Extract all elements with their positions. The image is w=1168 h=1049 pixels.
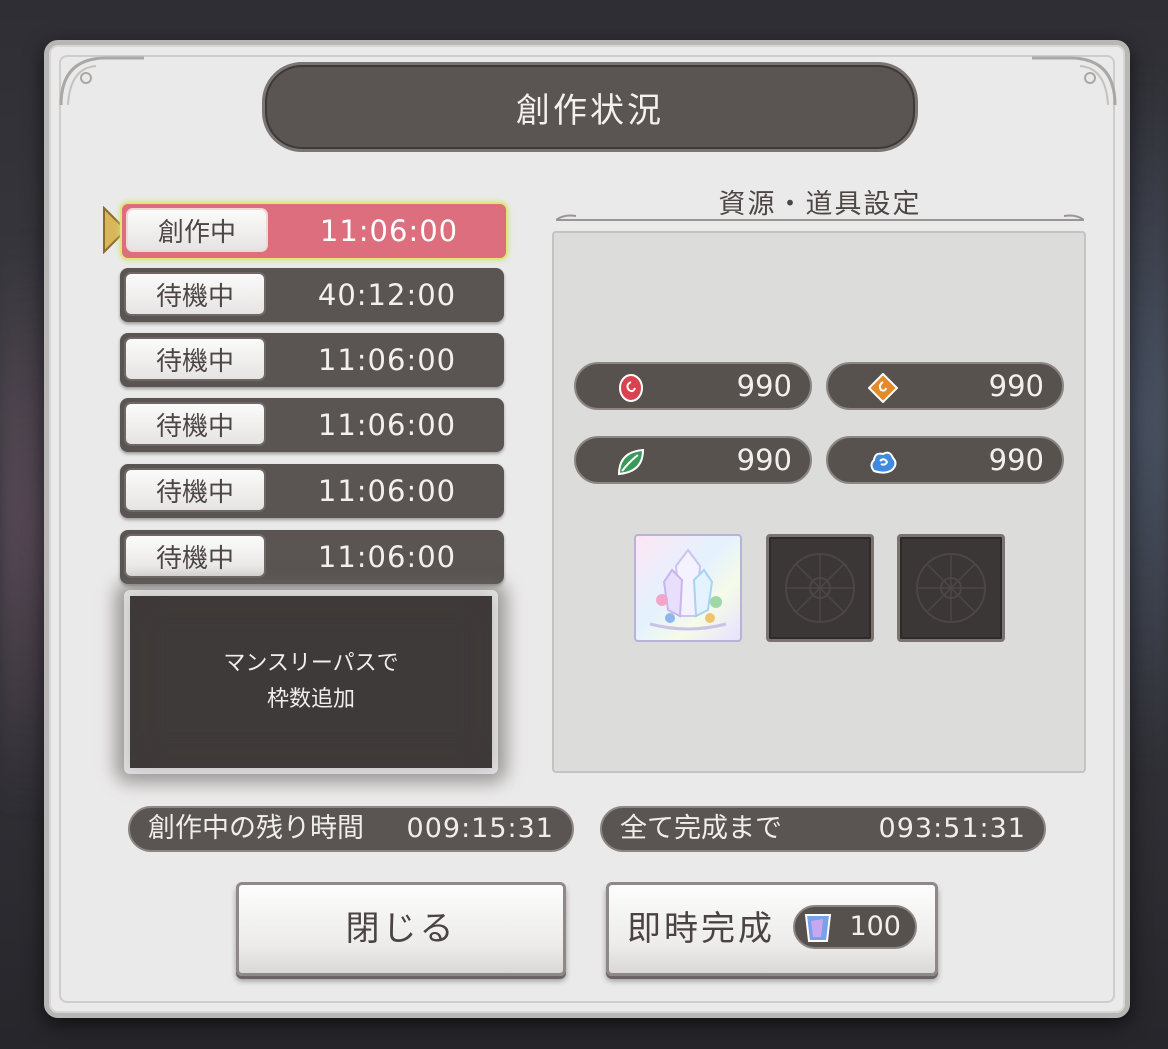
remaining-time-bar: 創作中の残り時間 009:15:31 — [128, 806, 574, 852]
rainbow-crystal-icon — [649, 548, 727, 631]
creation-slot-6[interactable]: 待機中 11:06:00 — [120, 530, 504, 584]
resource-green[interactable]: 990 — [574, 436, 812, 484]
resources-panel — [552, 231, 1086, 773]
resource-red[interactable]: 990 — [574, 362, 812, 410]
resource-value: 990 — [736, 369, 792, 403]
green-leaf-icon — [617, 448, 645, 476]
resources-divider — [556, 214, 1084, 221]
monthly-pass-text-line1: マンスリーパスで — [223, 651, 399, 676]
resource-value: 990 — [736, 443, 792, 477]
monthly-pass-add-slot[interactable]: マンスリーパスで 枠数追加 — [130, 596, 492, 768]
blue-cloud-icon — [870, 451, 897, 474]
creation-slot-1[interactable]: 創作中 11:06:00 — [120, 202, 508, 260]
resource-blue[interactable]: 990 — [826, 436, 1064, 484]
slot-status-label: 創作中 — [126, 208, 268, 252]
empty-slot-icon — [785, 553, 855, 623]
slot-status-label: 待機中 — [124, 468, 266, 512]
corner-ornament-left-icon — [59, 56, 144, 106]
instant-complete-button[interactable]: 即時完成 100 — [606, 882, 938, 976]
slot-status-label: 待機中 — [124, 337, 266, 381]
corner-ornament-right-icon — [1032, 56, 1117, 106]
instant-complete-label: 即時完成 — [627, 909, 775, 949]
resource-value: 990 — [988, 443, 1044, 477]
close-button[interactable]: 閉じる — [236, 882, 566, 976]
slot-time: 40:12:00 — [317, 278, 457, 312]
orange-diamond-icon — [868, 373, 898, 403]
slot-time: 11:06:00 — [317, 540, 457, 574]
title-bar: 創作状況 — [262, 62, 918, 152]
potion-bottle-icon — [804, 914, 832, 942]
tool-slot-empty-1[interactable] — [766, 534, 874, 642]
all-complete-time-bar: 全て完成まで 093:51:31 — [600, 806, 1046, 852]
slot-status-label: 待機中 — [124, 402, 266, 446]
slot-status-label: 待機中 — [124, 272, 266, 316]
tool-slot-empty-2[interactable] — [897, 534, 1005, 642]
creation-slot-4[interactable]: 待機中 11:06:00 — [120, 398, 504, 452]
red-swirl-icon — [619, 374, 643, 402]
creation-slot-2[interactable]: 待機中 40:12:00 — [120, 268, 504, 322]
creation-slot-3[interactable]: 待機中 11:06:00 — [120, 333, 504, 387]
close-button-label: 閉じる — [345, 909, 457, 949]
resource-value: 990 — [988, 369, 1044, 403]
slot-time: 11:06:00 — [317, 408, 457, 442]
empty-slot-icon — [916, 553, 986, 623]
monthly-pass-text-line2: 枠数追加 — [266, 687, 355, 712]
instant-complete-cost-value: 100 — [849, 911, 901, 942]
all-complete-value: 093:51:31 — [878, 813, 1026, 844]
slot-time: 11:06:00 — [317, 474, 457, 508]
remaining-time-label: 創作中の残り時間 — [148, 813, 364, 844]
resource-orange[interactable]: 990 — [826, 362, 1064, 410]
instant-complete-cost: 100 — [793, 905, 917, 949]
tool-slot-crystal[interactable] — [634, 534, 742, 642]
slot-time: 11:06:00 — [319, 214, 459, 248]
creation-slot-5[interactable]: 待機中 11:06:00 — [120, 464, 504, 518]
all-complete-label: 全て完成まで — [620, 813, 782, 844]
remaining-time-value: 009:15:31 — [406, 813, 554, 844]
slot-time: 11:06:00 — [317, 343, 457, 377]
slot-status-label: 待機中 — [124, 534, 266, 578]
dialog-title: 創作状況 — [516, 90, 664, 131]
